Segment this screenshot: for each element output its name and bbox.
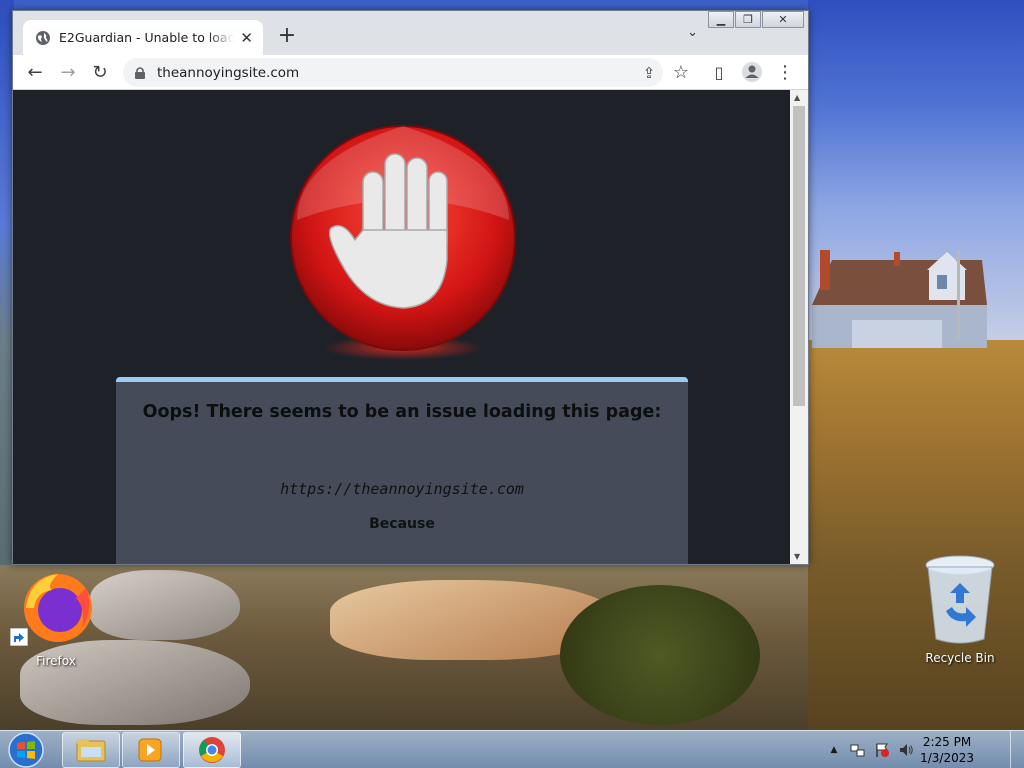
wallpaper-house xyxy=(812,250,987,348)
desktop-icon-recycle-bin[interactable]: Recycle Bin xyxy=(920,553,1000,665)
scrollbar-thumb[interactable] xyxy=(793,106,805,406)
error-message-box: Oops! There seems to be an issue loading… xyxy=(116,377,688,564)
tab-title: E2Guardian - Unable to load web page xyxy=(59,30,235,45)
error-heading: Oops! There seems to be an issue loading… xyxy=(142,402,662,422)
page-viewport: Oops! There seems to be an issue loading… xyxy=(13,90,790,564)
profile-icon xyxy=(742,62,762,82)
desktop-icon-label: Recycle Bin xyxy=(925,651,995,665)
blocked-url: https://theannoyingsite.com xyxy=(280,480,524,498)
taskbar-clock[interactable]: 2:25 PM 1/3/2023 xyxy=(920,734,974,766)
scroll-up-arrow-icon[interactable]: ▲ xyxy=(794,93,800,102)
firefox-icon xyxy=(24,574,92,642)
wallpaper-bush xyxy=(560,585,760,725)
browser-toolbar: ← → ↻ theannoyingsite.com ⇪ ☆ ▯ ⋮ xyxy=(13,55,808,90)
desktop-icon-label: Firefox xyxy=(36,654,76,668)
side-panel-icon[interactable]: ▯ xyxy=(707,61,731,85)
tab-strip: E2Guardian - Unable to load web page ✕ +… xyxy=(13,11,808,55)
tab-active[interactable]: E2Guardian - Unable to load web page ✕ xyxy=(23,20,263,55)
network-icon[interactable] xyxy=(850,742,866,758)
page-scrollbar[interactable]: ▲ ▼ xyxy=(790,90,808,564)
clock-date: 1/3/2023 xyxy=(920,751,974,765)
folder-icon xyxy=(76,739,106,762)
scroll-down-arrow-icon[interactable]: ▼ xyxy=(794,552,800,561)
taskbar: ▲ 2:25 PM 1/3/2023 xyxy=(0,730,1024,768)
taskbar-explorer-button[interactable] xyxy=(62,732,120,768)
start-button[interactable] xyxy=(4,731,48,768)
stop-hand-icon xyxy=(290,125,516,360)
back-button[interactable]: ← xyxy=(23,61,47,85)
taskbar-media-player-button[interactable] xyxy=(122,732,180,768)
recycle-bin-icon xyxy=(925,555,995,644)
media-player-icon xyxy=(138,738,162,762)
browser-window: ▁ ❐ ✕ E2Guardian - Unable to load web pa… xyxy=(12,10,809,565)
new-tab-button[interactable]: + xyxy=(273,23,301,51)
browser-menu-button[interactable]: ⋮ xyxy=(773,61,797,85)
taskbar-chrome-button[interactable] xyxy=(183,732,241,768)
profile-avatar[interactable] xyxy=(740,61,764,85)
bookmark-star-icon[interactable]: ☆ xyxy=(669,61,693,85)
tab-close-icon[interactable]: ✕ xyxy=(240,29,253,47)
forward-button[interactable]: → xyxy=(56,61,80,85)
desktop-icon-firefox[interactable]: Firefox xyxy=(10,568,96,668)
tab-search-chevron-icon[interactable]: ⌄ xyxy=(687,25,698,40)
action-center-flag-icon[interactable] xyxy=(874,742,890,758)
volume-icon[interactable] xyxy=(898,742,914,758)
share-icon[interactable]: ⇪ xyxy=(637,61,661,85)
desktop-wallpaper-grass xyxy=(808,340,1024,730)
clock-time: 2:25 PM xyxy=(922,735,972,749)
reload-button[interactable]: ↻ xyxy=(88,61,112,85)
address-url: theannoyingsite.com xyxy=(157,64,300,81)
shortcut-arrow-icon xyxy=(10,628,28,646)
because-label: Because xyxy=(369,516,435,532)
wallpaper-rock xyxy=(90,570,240,640)
show-desktop-button[interactable] xyxy=(1010,731,1024,768)
lock-icon xyxy=(135,66,145,79)
tray-expand-icon[interactable]: ▲ xyxy=(826,742,842,758)
address-bar[interactable]: theannoyingsite.com xyxy=(123,58,663,87)
globe-icon xyxy=(36,30,50,45)
chrome-icon xyxy=(199,737,225,763)
